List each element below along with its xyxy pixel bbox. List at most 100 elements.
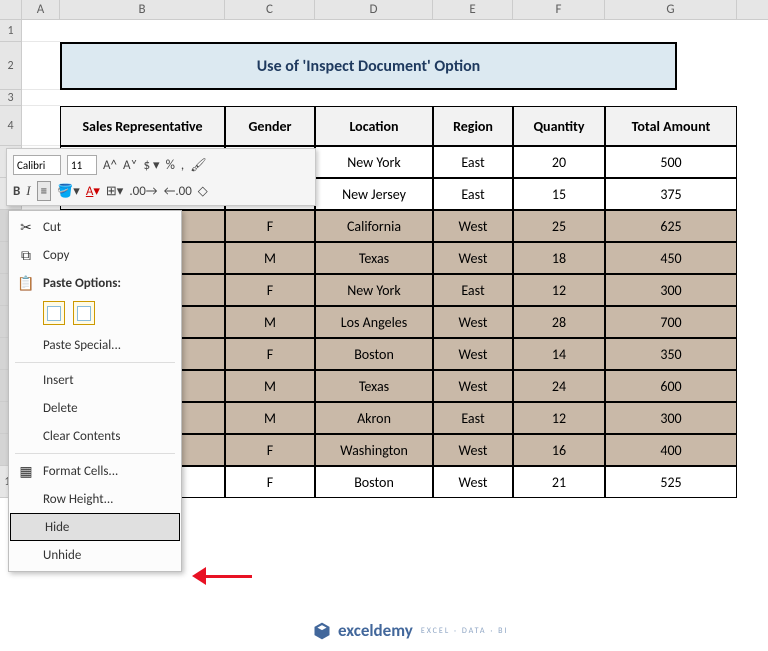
menu-copy[interactable]: ⧉Copy bbox=[9, 241, 181, 269]
row-1[interactable]: 1 bbox=[0, 20, 22, 42]
cell-gender[interactable]: M bbox=[225, 242, 315, 274]
col-c[interactable]: C bbox=[225, 0, 315, 19]
cell-gender[interactable]: M bbox=[225, 370, 315, 402]
menu-cut[interactable]: ✂Cut bbox=[9, 213, 181, 241]
cell-region[interactable]: West bbox=[433, 242, 513, 274]
header-location[interactable]: Location bbox=[315, 106, 433, 146]
cell-total[interactable]: 400 bbox=[605, 434, 737, 466]
menu-format-cells[interactable]: ▦Format Cells... bbox=[9, 457, 181, 485]
cell-location[interactable]: New York bbox=[315, 146, 433, 178]
accounting-format-icon[interactable]: $ ▾ bbox=[144, 155, 160, 175]
cell-gender[interactable]: M bbox=[225, 402, 315, 434]
borders-icon[interactable]: ⊞▾ bbox=[106, 181, 123, 201]
cell-location[interactable]: Akron bbox=[315, 402, 433, 434]
cell-region[interactable]: West bbox=[433, 306, 513, 338]
clear-format-icon[interactable]: ◇ bbox=[198, 181, 208, 201]
cell-qty[interactable]: 15 bbox=[513, 178, 605, 210]
cell-total[interactable]: 625 bbox=[605, 210, 737, 242]
cell-region[interactable]: West bbox=[433, 210, 513, 242]
col-f[interactable]: F bbox=[513, 0, 605, 19]
cell-qty[interactable]: 21 bbox=[513, 466, 605, 498]
col-g[interactable]: G bbox=[605, 0, 737, 19]
decrease-font-icon[interactable]: A˅ bbox=[123, 155, 138, 175]
bold-icon[interactable]: B bbox=[13, 181, 20, 201]
menu-unhide[interactable]: Unhide bbox=[9, 541, 181, 569]
increase-decimal-icon[interactable]: .00→ bbox=[129, 181, 157, 201]
header-rep[interactable]: Sales Representative bbox=[60, 106, 225, 146]
cell-region[interactable]: West bbox=[433, 370, 513, 402]
cell-region[interactable]: East bbox=[433, 178, 513, 210]
cell-total[interactable]: 500 bbox=[605, 146, 737, 178]
col-b[interactable]: B bbox=[60, 0, 225, 19]
cell-total[interactable]: 300 bbox=[605, 274, 737, 306]
cell-location[interactable]: New York bbox=[315, 274, 433, 306]
cell-qty[interactable]: 14 bbox=[513, 338, 605, 370]
cell-qty[interactable]: 28 bbox=[513, 306, 605, 338]
cell-region[interactable]: West bbox=[433, 338, 513, 370]
percent-format-icon[interactable]: % bbox=[166, 155, 175, 175]
paste-option-2[interactable] bbox=[73, 301, 95, 325]
cell-location[interactable]: New Jersey bbox=[315, 178, 433, 210]
cell-location[interactable]: California bbox=[315, 210, 433, 242]
cell-location[interactable]: Los Angeles bbox=[315, 306, 433, 338]
cell-total[interactable]: 450 bbox=[605, 242, 737, 274]
menu-hide[interactable]: Hide bbox=[10, 513, 180, 541]
cell-qty[interactable]: 18 bbox=[513, 242, 605, 274]
header-total[interactable]: Total Amount bbox=[605, 106, 737, 146]
cell-gender[interactable]: F bbox=[225, 210, 315, 242]
col-e[interactable]: E bbox=[433, 0, 513, 19]
cell-gender[interactable]: F bbox=[225, 338, 315, 370]
font-color-icon[interactable]: A▾ bbox=[86, 181, 100, 201]
format-painter-icon[interactable]: 🖌 bbox=[190, 155, 207, 175]
cell-region[interactable]: East bbox=[433, 274, 513, 306]
menu-insert[interactable]: Insert bbox=[9, 366, 181, 394]
font-name-input[interactable] bbox=[13, 155, 61, 175]
row-4[interactable]: 4 bbox=[0, 106, 22, 146]
cell-gender[interactable]: F bbox=[225, 434, 315, 466]
row-2[interactable]: 2 bbox=[0, 42, 22, 90]
menu-row-height[interactable]: Row Height... bbox=[9, 485, 181, 513]
cell-region[interactable]: East bbox=[433, 402, 513, 434]
cell-location[interactable]: Texas bbox=[315, 370, 433, 402]
cell-region[interactable]: West bbox=[433, 434, 513, 466]
title-cell[interactable]: Use of 'Inspect Document' Option bbox=[60, 42, 677, 90]
cell-total[interactable]: 525 bbox=[605, 466, 737, 498]
menu-clear-contents[interactable]: Clear Contents bbox=[9, 422, 181, 450]
decrease-decimal-icon[interactable]: ←.00 bbox=[164, 181, 192, 201]
cell-total[interactable]: 350 bbox=[605, 338, 737, 370]
cell-qty[interactable]: 20 bbox=[513, 146, 605, 178]
font-size-input[interactable] bbox=[67, 155, 97, 175]
cell-qty[interactable]: 16 bbox=[513, 434, 605, 466]
comma-format-icon[interactable]: , bbox=[181, 155, 184, 175]
cell-gender[interactable]: F bbox=[225, 466, 315, 498]
cell-qty[interactable]: 12 bbox=[513, 402, 605, 434]
header-gender[interactable]: Gender bbox=[225, 106, 315, 146]
cell-gender[interactable]: F bbox=[225, 274, 315, 306]
cell-location[interactable]: Boston bbox=[315, 338, 433, 370]
cell-qty[interactable]: 24 bbox=[513, 370, 605, 402]
cell-qty[interactable]: 12 bbox=[513, 274, 605, 306]
cell-total[interactable]: 600 bbox=[605, 370, 737, 402]
cell-region[interactable]: West bbox=[433, 466, 513, 498]
col-d[interactable]: D bbox=[315, 0, 433, 19]
cell-qty[interactable]: 25 bbox=[513, 210, 605, 242]
cell-location[interactable]: Boston bbox=[315, 466, 433, 498]
cell-total[interactable]: 700 bbox=[605, 306, 737, 338]
cell-total[interactable]: 375 bbox=[605, 178, 737, 210]
cell-location[interactable]: Texas bbox=[315, 242, 433, 274]
cell-gender[interactable]: M bbox=[225, 306, 315, 338]
header-qty[interactable]: Quantity bbox=[513, 106, 605, 146]
row-3[interactable]: 3 bbox=[0, 90, 22, 106]
increase-font-icon[interactable]: A^ bbox=[103, 155, 117, 175]
align-icon[interactable]: ≡ bbox=[37, 181, 51, 201]
cell-total[interactable]: 300 bbox=[605, 402, 737, 434]
menu-paste-special[interactable]: Paste Special... bbox=[9, 331, 181, 359]
header-region[interactable]: Region bbox=[433, 106, 513, 146]
col-a[interactable]: A bbox=[22, 0, 60, 19]
fill-color-icon[interactable]: 🪣▾ bbox=[57, 181, 80, 201]
italic-icon[interactable]: I bbox=[26, 181, 30, 201]
cell-location[interactable]: Washington bbox=[315, 434, 433, 466]
paste-option-1[interactable] bbox=[43, 301, 65, 325]
menu-delete[interactable]: Delete bbox=[9, 394, 181, 422]
cell-region[interactable]: East bbox=[433, 146, 513, 178]
